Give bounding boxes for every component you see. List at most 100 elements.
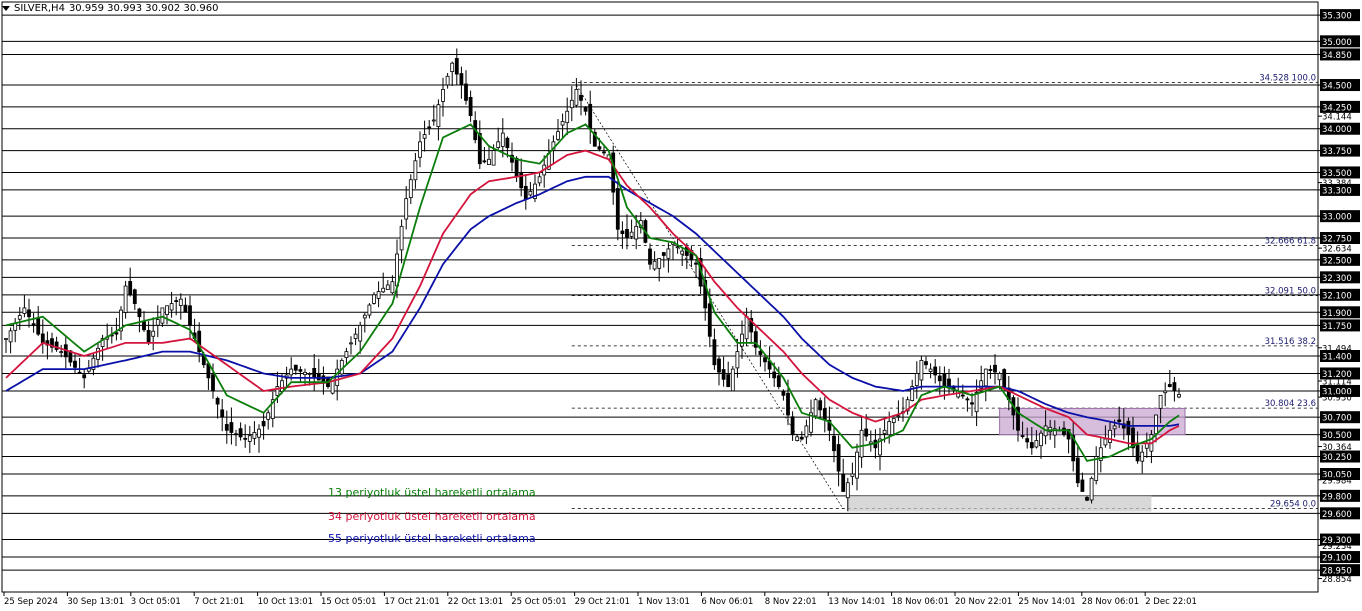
- candle-body: [795, 436, 800, 441]
- candle-body: [928, 368, 933, 372]
- price-label: 32.500: [1322, 256, 1352, 266]
- candle-body: [717, 358, 721, 373]
- candle-body: [464, 83, 468, 101]
- price-label: 33.750: [1322, 147, 1352, 157]
- price-label: 30.250: [1322, 453, 1352, 463]
- candle-body: [1108, 429, 1112, 443]
- time-label: 28 Nov 06:01: [1082, 597, 1139, 607]
- candle-body: [155, 319, 160, 326]
- candle-body: [96, 347, 100, 360]
- price-label: 34.144: [1322, 113, 1352, 123]
- candle-body: [418, 141, 422, 158]
- price-label: 29.100: [1322, 554, 1352, 564]
- candle-body: [459, 73, 464, 86]
- candle-body: [583, 106, 588, 112]
- candle-body: [680, 250, 685, 255]
- fib-label: 29.654 0.0: [1270, 500, 1316, 510]
- candle-body: [629, 231, 634, 237]
- candle-body: [924, 361, 928, 366]
- candle-body: [836, 444, 841, 472]
- price-label: 33.300: [1322, 186, 1352, 196]
- dropdown-triangle-icon[interactable]: [2, 6, 10, 11]
- candle-body: [399, 225, 404, 251]
- candle-body: [565, 110, 570, 124]
- candle-body: [261, 421, 266, 427]
- candle-body: [1002, 369, 1007, 387]
- candle-body: [381, 287, 386, 293]
- candle-body: [441, 89, 445, 102]
- candle-body: [312, 368, 317, 378]
- candle-body: [422, 134, 427, 139]
- candle-body: [31, 323, 36, 326]
- time-label: 1 Nov 13:01: [638, 597, 690, 607]
- candle-body: [579, 94, 583, 101]
- candle-body: [505, 137, 510, 149]
- candle-body: [247, 435, 252, 442]
- candle-body: [1112, 425, 1117, 430]
- candle-body: [358, 325, 363, 342]
- candle-body: [224, 424, 229, 431]
- candle-body: [266, 412, 271, 420]
- price-label: 28.854: [1322, 575, 1352, 585]
- candle-body: [758, 350, 763, 355]
- candle-body: [763, 357, 767, 363]
- time-label: 30 Sep 13:01: [67, 597, 124, 607]
- price-label: 35.300: [1322, 12, 1352, 22]
- candle-body: [891, 418, 896, 423]
- candle-body: [832, 435, 836, 452]
- candle-body: [1085, 497, 1089, 501]
- candle-body: [620, 230, 625, 235]
- candle-body: [1039, 432, 1043, 447]
- candle-body: [597, 146, 602, 150]
- candle-body: [514, 157, 519, 178]
- candle-body: [146, 330, 151, 344]
- candle-body: [408, 179, 413, 198]
- candle-body: [353, 333, 358, 339]
- candle-body: [970, 402, 974, 405]
- candle-body: [431, 119, 436, 122]
- candle-body: [993, 364, 997, 373]
- time-label: 20 Nov 22:01: [955, 597, 1012, 607]
- candle-body: [657, 257, 662, 269]
- candle-body: [937, 375, 942, 382]
- candle-body: [1075, 457, 1080, 484]
- candle-body: [211, 374, 215, 392]
- candle-body: [234, 433, 238, 436]
- candle-body: [850, 473, 855, 477]
- candle-body: [293, 364, 298, 371]
- candle-body: [178, 298, 183, 306]
- candle-body: [59, 351, 64, 354]
- candles: [4, 48, 1181, 512]
- candle-body: [845, 482, 850, 499]
- candle-body: [491, 150, 496, 166]
- legend-ema13: 13 periyotluk üstel hareketli ortalama: [328, 486, 536, 499]
- candle-body: [445, 75, 450, 86]
- candle-body: [22, 307, 27, 314]
- candle-body: [855, 451, 859, 479]
- candle-body: [560, 121, 565, 126]
- price-label: 30.930: [1322, 394, 1352, 404]
- candle-body: [1140, 451, 1145, 462]
- candle-body: [726, 374, 731, 387]
- candle-body: [556, 131, 560, 140]
- chart-header: SILVER,H4 30.959 30.993 30.902 30.960: [2, 3, 218, 14]
- price-chart[interactable]: 34.528 100.0 32.666 61.8 32.091 50.0 31.516…: [0, 0, 1362, 611]
- candle-body: [142, 320, 146, 331]
- candle-body: [362, 314, 367, 319]
- ohlc-values: 30.959 30.993 30.902 30.960: [68, 3, 219, 14]
- candle-body: [694, 262, 698, 265]
- candle-body: [174, 300, 179, 303]
- candle-body: [652, 260, 657, 270]
- candle-body: [740, 333, 744, 347]
- candle-body: [634, 225, 639, 240]
- candle-body: [523, 185, 528, 200]
- candle-body: [165, 305, 169, 315]
- candle-body: [602, 151, 606, 154]
- candle-body: [960, 394, 965, 397]
- candle-body: [896, 415, 901, 418]
- fib-label: 34.528 100.0: [1259, 74, 1316, 84]
- candle-body: [238, 428, 243, 438]
- candle-body: [77, 371, 82, 374]
- symbol-label: SILVER,H4: [14, 3, 65, 14]
- candle-body: [482, 160, 487, 163]
